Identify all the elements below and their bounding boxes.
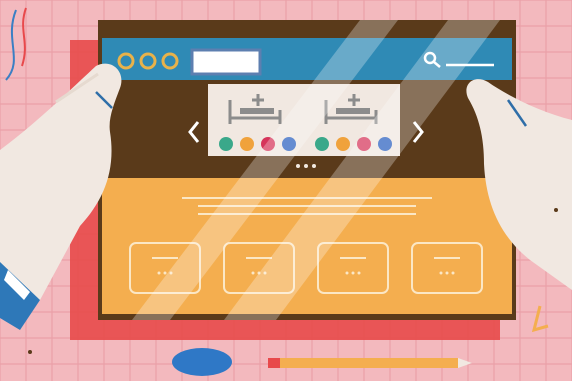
feature-card-dot — [163, 271, 167, 275]
feature-card-dot — [439, 271, 443, 275]
feature-card-dot — [251, 271, 255, 275]
feature-card-dot — [451, 271, 455, 275]
decor-blob — [172, 348, 232, 376]
slide-badge — [315, 137, 329, 151]
decor-dot — [554, 208, 558, 212]
slide-badge — [336, 137, 350, 151]
feature-card-dot — [445, 271, 449, 275]
browser-hands-illustration — [0, 0, 572, 381]
address-bar[interactable] — [190, 48, 262, 76]
illustration-stage — [0, 0, 572, 381]
feature-card-dot — [157, 271, 161, 275]
pencil — [268, 358, 472, 368]
pager-dot[interactable] — [304, 164, 308, 168]
feature-card-dot — [357, 271, 361, 275]
pager-dot[interactable] — [312, 164, 316, 168]
pager-dot[interactable] — [296, 164, 300, 168]
slide-badge — [219, 137, 233, 151]
feature-card-dot — [351, 271, 355, 275]
carousel-pager[interactable] — [296, 164, 316, 168]
slide-badge — [240, 137, 254, 151]
feature-card-dot — [345, 271, 349, 275]
decor-dot — [28, 350, 32, 354]
